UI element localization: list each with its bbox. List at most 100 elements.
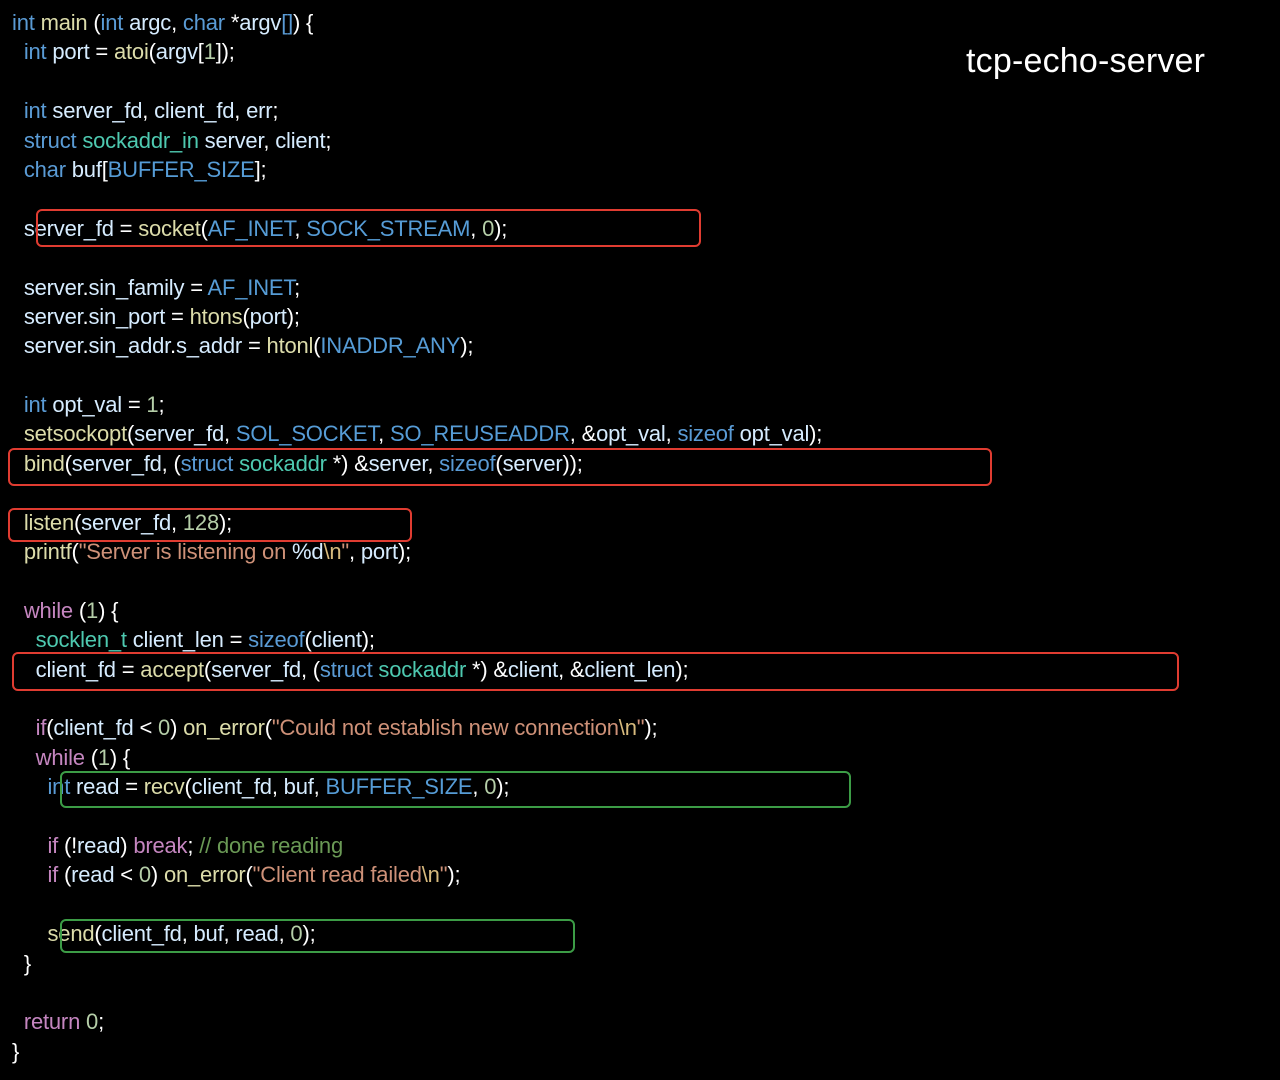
code-token: argc: [129, 10, 172, 35]
code-token: }: [12, 950, 31, 976]
code-token: sin_family: [88, 274, 185, 300]
code-token: ;: [98, 1009, 104, 1035]
code-token: (: [87, 10, 101, 35]
code-token: on_error: [183, 715, 265, 741]
code-token: }: [12, 1038, 20, 1064]
code-token: atoi: [113, 39, 149, 65]
code-token: char: [23, 156, 72, 182]
code-line: char buf[BUFFER_SIZE];: [12, 155, 822, 184]
code-token: =: [121, 392, 147, 418]
code-token: =: [89, 39, 114, 65]
code-token: 1: [203, 39, 216, 65]
code-line: while (1) {: [12, 596, 822, 625]
code-token: <: [133, 715, 159, 741]
code-line: if (!read) break; // done reading: [12, 831, 822, 860]
code-token: argv: [239, 10, 282, 35]
code-line: return 0;: [12, 1007, 822, 1036]
code-token: "Client read failed: [252, 862, 422, 888]
code-token: ;: [325, 127, 332, 153]
code-line: setsockopt(server_fd, SOL_SOCKET, SO_REU…: [12, 419, 823, 448]
code-token: (: [78, 597, 87, 623]
bind-call-highlight: [8, 448, 992, 486]
code-token: printf: [23, 539, 72, 565]
code-token: client_len: [132, 627, 224, 653]
code-token: (: [245, 862, 253, 888]
code-line: int server_fd, client_fd, err;: [12, 96, 822, 125]
code-token: "Server is listening on: [78, 539, 293, 565]
code-token: []: [281, 10, 294, 35]
code-line: int main (int argc, char *argv[]) {: [12, 8, 822, 37]
code-token: ) {: [98, 597, 119, 623]
code-token: buf: [71, 156, 102, 182]
code-token: );: [447, 862, 461, 888]
code-token: =: [223, 627, 249, 653]
code-token: ): [170, 715, 184, 741]
code-token: read: [77, 832, 121, 858]
code-token: on_error: [163, 862, 246, 888]
recv-call-highlight: [60, 771, 851, 808]
code-token: ,: [142, 98, 155, 124]
code-line: server.sin_port = htons(port);: [12, 302, 822, 331]
code-token: 1: [97, 744, 110, 770]
code-line: while (1) {: [12, 743, 822, 772]
code-token: // done reading: [199, 832, 343, 858]
code-line: if (read < 0) on_error("Client read fail…: [12, 860, 822, 889]
code-token: *: [230, 10, 240, 35]
code-token: ,: [224, 421, 236, 447]
code-token: (: [148, 39, 156, 65]
socket-call-highlight: [36, 209, 701, 247]
code-token: ) {: [293, 10, 314, 35]
code-token: int: [23, 98, 53, 124]
code-token: ];: [254, 156, 267, 182]
code-token: htonl: [266, 333, 314, 359]
code-token: SOL_SOCKET: [235, 421, 379, 447]
code-token: );: [361, 627, 375, 653]
code-token: while: [35, 744, 91, 770]
code-token: ;: [158, 392, 165, 418]
code-token: opt_val: [596, 421, 666, 447]
code-token: BUFFER_SIZE: [107, 156, 255, 182]
code-token: %d: [292, 539, 324, 565]
code-token: server: [23, 333, 83, 359]
code-line: int opt_val = 1;: [12, 390, 822, 419]
code-line: socklen_t client_len = sizeof(client);: [12, 625, 822, 654]
code-token: );: [286, 303, 300, 329]
code-token: =: [184, 274, 208, 300]
code-token: client: [275, 127, 326, 153]
code-token: sin_port: [88, 303, 166, 329]
code-token: int: [23, 39, 53, 65]
code-token: INADDR_ANY: [320, 333, 461, 359]
code-token: port: [52, 39, 90, 65]
code-token: if: [47, 832, 64, 858]
code-token: ;: [272, 98, 279, 124]
code-token: (!: [64, 832, 78, 858]
code-token: (: [71, 539, 79, 565]
code-token: int: [23, 392, 53, 418]
accept-call-highlight: [12, 652, 1179, 691]
code-line: struct sockaddr_in server, client;: [12, 126, 822, 155]
code-token: 1: [146, 392, 159, 418]
code-token: int: [12, 10, 41, 35]
code-token: ) {: [109, 744, 131, 770]
slide-title: tcp-echo-server: [966, 42, 1206, 80]
code-token: =: [165, 303, 190, 329]
code-token: opt_val: [52, 392, 122, 418]
code-token: ,: [665, 421, 678, 447]
code-token: "Could not establish new connection: [271, 715, 619, 741]
code-token: );: [397, 539, 411, 565]
code-line: server.sin_addr.s_addr = htonl(INADDR_AN…: [12, 331, 822, 360]
